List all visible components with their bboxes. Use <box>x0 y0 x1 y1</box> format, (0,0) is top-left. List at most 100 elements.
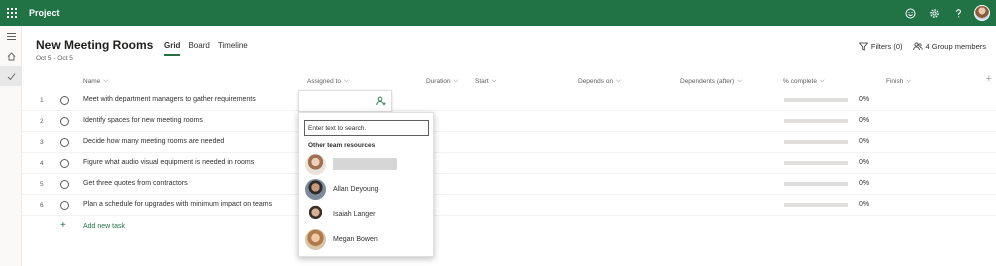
group-members-button[interactable]: 4 Group members <box>912 42 986 51</box>
avatar <box>305 178 326 200</box>
col-start[interactable]: Start ⌵ <box>475 75 496 87</box>
complete-checkbox[interactable] <box>60 201 69 210</box>
col-complete[interactable]: % complete ⌵ <box>783 75 825 87</box>
table-row[interactable]: 5 Get three quotes from contractors 0% <box>22 174 996 195</box>
add-new-task-row[interactable]: + Add new task <box>22 218 996 236</box>
table-row[interactable]: 4 Figure what audio visual equipment is n… <box>22 153 996 174</box>
col-depends-label: Depends on <box>578 77 614 85</box>
complete-checkbox[interactable] <box>60 138 69 147</box>
col-depends[interactable]: Depends on ⌵ <box>578 75 621 87</box>
row-number: 6 <box>40 202 44 209</box>
chevron-down-icon: ⌵ <box>819 77 825 84</box>
people-icon <box>912 42 923 51</box>
person-option[interactable]: Isaiah Langer <box>305 203 433 225</box>
percent-complete[interactable]: 0% <box>859 138 869 145</box>
assign-dropdown: Other team resources Allan Deyoung Isaia… <box>298 112 434 257</box>
row-number: 3 <box>40 139 44 146</box>
person-name: Isaiah Langer <box>333 210 376 218</box>
progress-bar <box>784 140 848 144</box>
chevron-down-icon: ⌵ <box>906 77 911 84</box>
person-name: Allan Deyoung <box>333 185 379 193</box>
percent-complete[interactable]: 0% <box>859 159 869 166</box>
person-option[interactable]: Megan Bowen <box>305 228 433 250</box>
chevron-down-icon: ⌵ <box>491 77 497 84</box>
person-name: Megan Bowen <box>333 235 378 243</box>
complete-checkbox[interactable] <box>60 180 69 189</box>
resource-search-input[interactable] <box>304 120 429 136</box>
col-complete-label: % complete <box>783 77 817 85</box>
checkmark-icon[interactable] <box>0 66 22 86</box>
view-tabs: Grid Board Timeline <box>164 41 256 56</box>
percent-complete[interactable]: 0% <box>859 201 869 208</box>
tab-timeline[interactable]: Timeline <box>218 41 248 56</box>
col-name[interactable]: Name ⌵ <box>83 75 108 87</box>
col-name-label: Name <box>83 77 101 85</box>
col-duration-label: Duration <box>426 77 451 85</box>
person-option[interactable]: Allan Deyoung <box>305 178 433 200</box>
table-row[interactable]: 3 Decide how many meeting rooms are neede… <box>22 132 996 153</box>
task-name[interactable]: Figure what audio visual equipment is ne… <box>83 159 254 166</box>
filters-label: Filters (0) <box>870 42 903 51</box>
complete-checkbox[interactable] <box>60 96 69 105</box>
add-column-icon[interactable]: + <box>986 73 992 85</box>
help-icon[interactable] <box>946 0 970 26</box>
complete-checkbox[interactable] <box>60 159 69 168</box>
task-name[interactable]: Plan a schedule for upgrades with minimu… <box>83 201 272 208</box>
home-icon[interactable] <box>0 46 22 66</box>
col-assigned[interactable]: Assigned to ⌵ <box>307 75 349 87</box>
row-number: 5 <box>40 181 44 188</box>
progress-bar <box>784 119 848 123</box>
avatar <box>305 203 326 225</box>
app-name[interactable]: Project <box>29 8 60 18</box>
left-nav-rail <box>0 26 22 266</box>
project-title[interactable]: New Meeting Rooms <box>36 38 153 52</box>
percent-complete[interactable]: 0% <box>859 117 869 124</box>
col-finish[interactable]: Finish ⌵ <box>886 75 911 87</box>
row-number: 1 <box>40 97 44 104</box>
person-option-redacted[interactable] <box>305 153 433 175</box>
account-avatar[interactable] <box>974 5 990 21</box>
header-actions: Filters (0) 4 Group members <box>849 42 986 51</box>
filters-button[interactable]: Filters (0) <box>858 42 903 51</box>
section-label: Other team resources <box>308 142 376 149</box>
group-members-label: 4 Group members <box>925 42 986 51</box>
app-launcher-icon[interactable] <box>1 0 23 26</box>
add-person-icon[interactable] <box>376 96 386 106</box>
smiley-icon[interactable] <box>898 0 922 26</box>
tab-board[interactable]: Board <box>188 41 209 56</box>
table-row[interactable]: 2 Identify spaces for new meeting rooms 0% <box>22 111 996 132</box>
chevron-down-icon: ⌵ <box>453 77 459 84</box>
app-header-bar: Project <box>0 0 996 26</box>
chevron-down-icon: ⌵ <box>616 77 621 84</box>
assigned-to-cell-active[interactable] <box>298 90 392 112</box>
hamburger-menu-icon[interactable] <box>0 26 22 46</box>
plus-icon: + <box>60 220 66 231</box>
task-name[interactable]: Get three quotes from contractors <box>83 180 188 187</box>
complete-checkbox[interactable] <box>60 117 69 126</box>
progress-bar <box>784 203 848 207</box>
col-duration[interactable]: Duration ⌵ <box>426 75 458 87</box>
table-row[interactable]: 6 Plan a schedule for upgrades with minim… <box>22 195 996 216</box>
settings-icon[interactable] <box>922 0 946 26</box>
task-name[interactable]: Identify spaces for new meeting rooms <box>83 117 203 124</box>
task-name[interactable]: Decide how many meeting rooms are needed <box>83 138 224 145</box>
avatar <box>305 228 326 250</box>
col-start-label: Start <box>475 77 489 85</box>
chevron-down-icon: ⌵ <box>343 77 349 84</box>
redacted-name <box>333 158 397 170</box>
add-new-task-label: Add new task <box>83 223 126 230</box>
row-number: 2 <box>40 118 44 125</box>
percent-complete[interactable]: 0% <box>859 180 869 187</box>
col-assigned-label: Assigned to <box>307 77 341 85</box>
col-dependents[interactable]: Dependents (after) ⌵ <box>680 75 742 87</box>
progress-bar <box>784 182 848 186</box>
tab-grid[interactable]: Grid <box>164 41 181 56</box>
task-name[interactable]: Meet with department managers to gather … <box>83 96 256 103</box>
table-row[interactable]: 1 Meet with department managers to gather… <box>22 90 996 111</box>
progress-bar <box>784 98 848 102</box>
chevron-down-icon: ⌵ <box>737 77 742 84</box>
avatar <box>305 153 326 175</box>
progress-bar <box>784 161 848 165</box>
percent-complete[interactable]: 0% <box>859 96 869 103</box>
filter-icon <box>858 42 868 51</box>
